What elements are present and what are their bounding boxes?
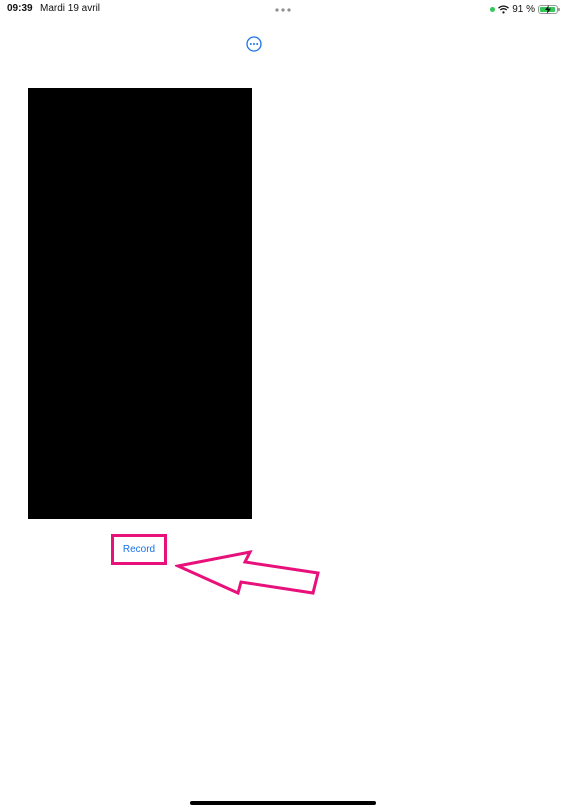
home-indicator[interactable] bbox=[190, 801, 376, 805]
more-options-button[interactable] bbox=[246, 36, 262, 52]
ellipsis-circle-icon bbox=[246, 36, 262, 52]
privacy-indicator-icon bbox=[490, 6, 496, 12]
battery-percentage: 91 % bbox=[512, 3, 535, 15]
battery-cap bbox=[558, 7, 560, 11]
annotation-arrow-icon bbox=[175, 549, 320, 596]
status-indicators: 91 % bbox=[490, 2, 560, 16]
battery-icon bbox=[538, 4, 560, 14]
camera-preview bbox=[28, 88, 252, 519]
charging-bolt-icon bbox=[545, 4, 551, 14]
wifi-icon bbox=[498, 4, 510, 13]
status-bar: 09:39 Mardi 19 avril 91 % bbox=[0, 0, 566, 20]
status-time: 09:39 bbox=[7, 3, 33, 14]
status-date: Mardi 19 avril bbox=[40, 3, 101, 14]
record-button[interactable]: Record bbox=[114, 537, 164, 562]
multitasking-dots-icon[interactable] bbox=[274, 7, 292, 13]
